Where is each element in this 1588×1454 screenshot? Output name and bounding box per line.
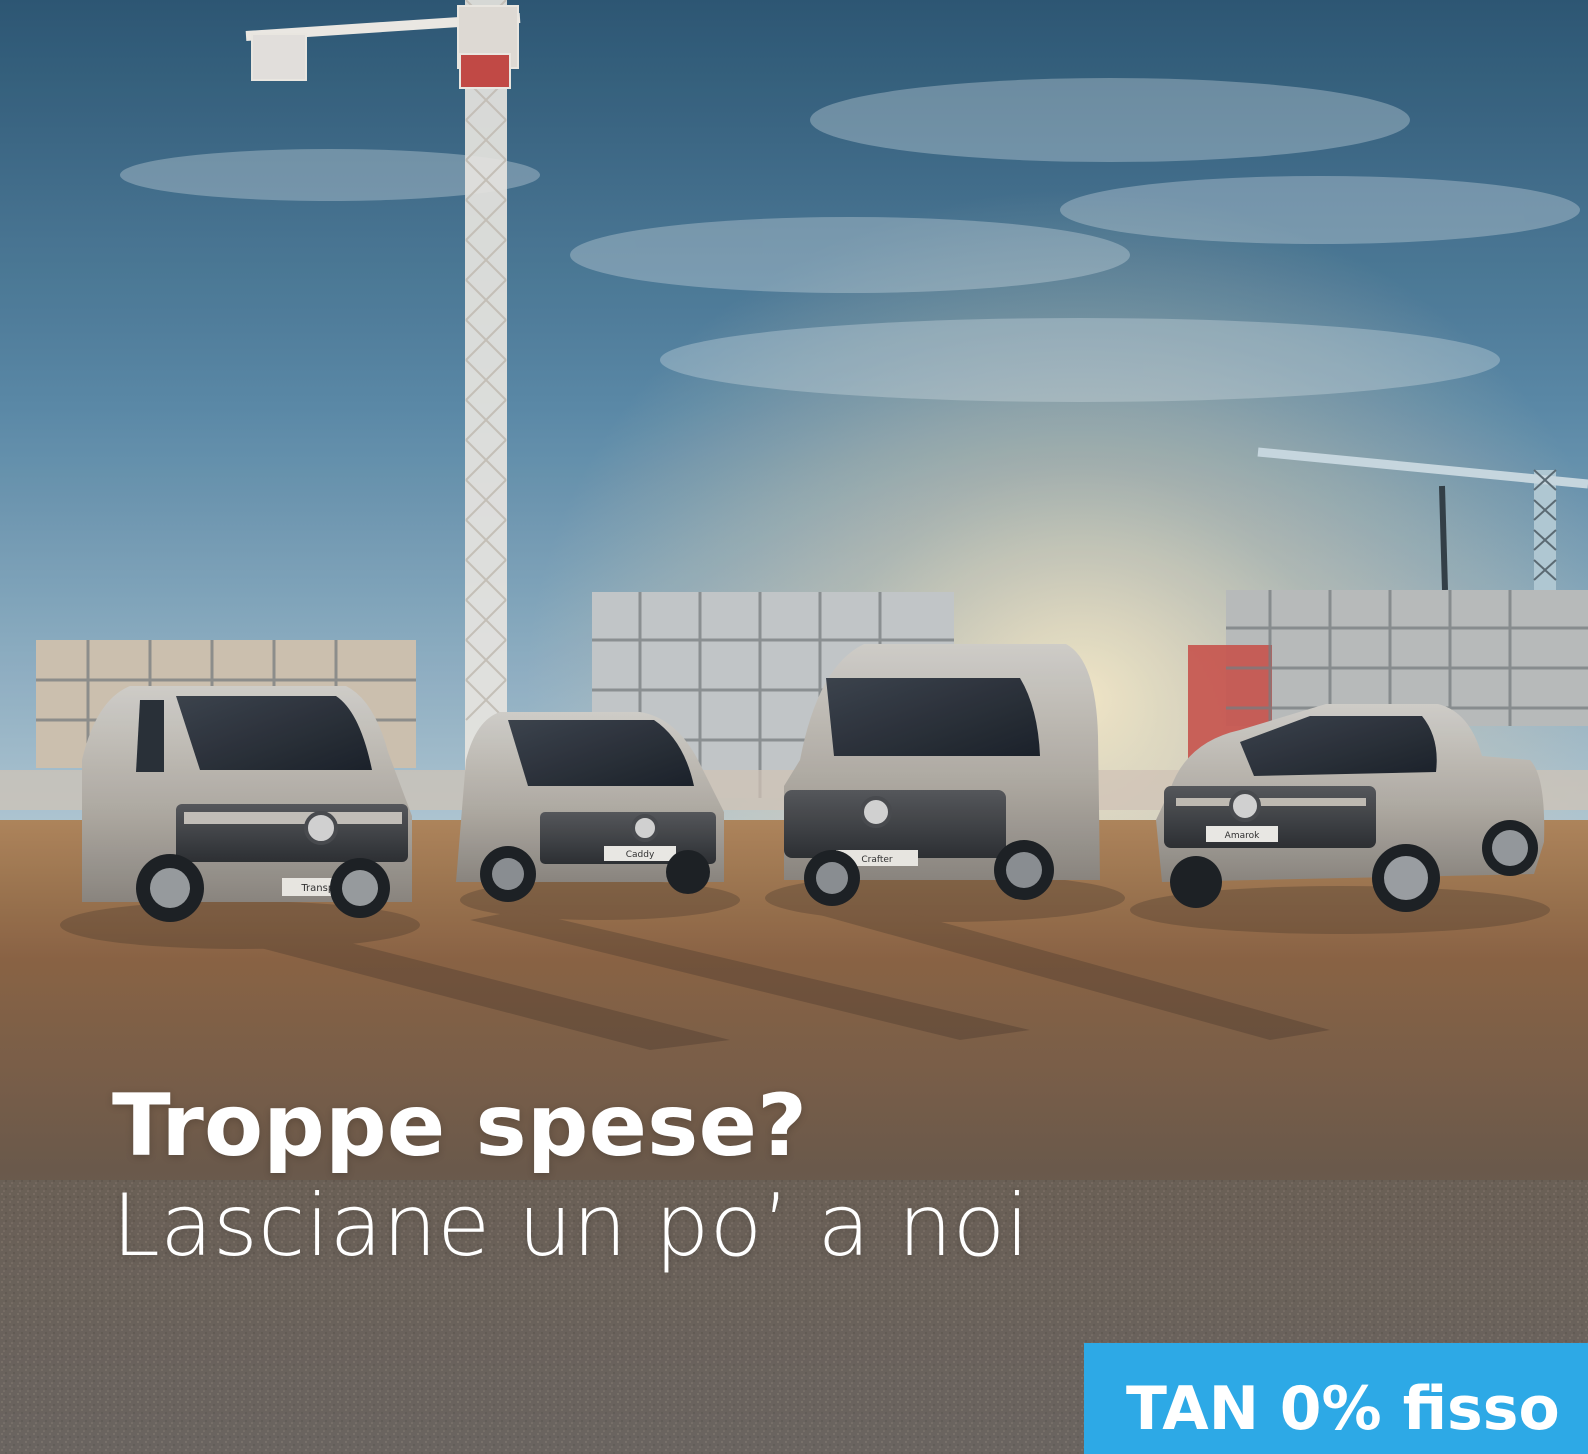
headline-subtitle: Lasciane un po’ a noi bbox=[112, 1176, 1030, 1276]
headline-title: Troppe spese? bbox=[112, 1076, 808, 1176]
offer-badge: TAN 0% fisso bbox=[1084, 1343, 1588, 1454]
headline: Troppe spese? Lasciane un po’ a noi bbox=[112, 1078, 1030, 1274]
